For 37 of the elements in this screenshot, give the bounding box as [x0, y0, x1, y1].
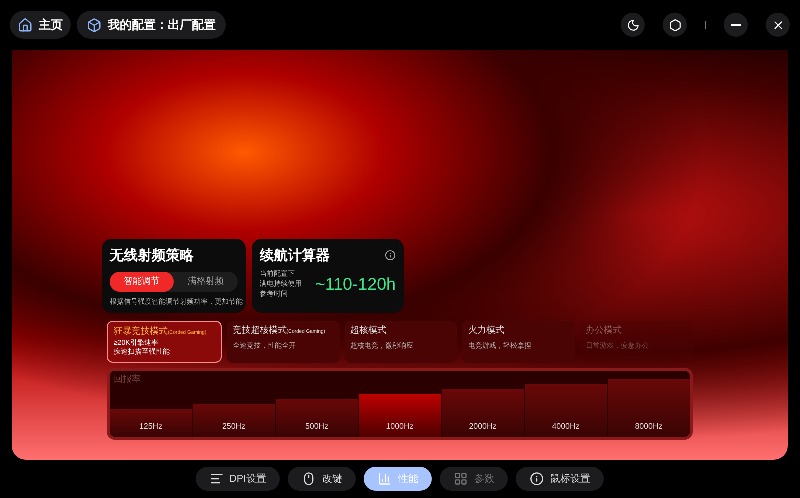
mode-title: 办公模式 [586, 324, 622, 337]
polling-rate-option[interactable]: 125Hz [110, 409, 192, 437]
polling-rate-option[interactable]: 2000Hz [442, 389, 524, 437]
polling-rate-option[interactable]: 500Hz [276, 399, 358, 437]
close-icon [772, 18, 784, 32]
lines-icon [210, 472, 224, 486]
settings-icon [668, 18, 682, 32]
battery-time: ~110-120h [315, 274, 396, 296]
polling-rate-option[interactable]: 1000Hz [359, 394, 441, 437]
minimize-icon [731, 24, 741, 26]
grid-icon [454, 472, 468, 486]
cube-icon [87, 18, 102, 32]
home-button[interactable]: 主页 [10, 11, 71, 39]
close-button[interactable] [766, 13, 790, 37]
moon-icon [626, 18, 640, 32]
nav-tab[interactable]: 鼠标设置 [516, 467, 604, 491]
mode-title: 超核模式 [350, 324, 387, 337]
polling-rate-option[interactable]: 250Hz [193, 404, 275, 437]
card-title: 无线射频策略 [110, 246, 195, 265]
card-title: 续航计算器 [260, 246, 330, 265]
polling-rate-option[interactable]: 4000Hz [525, 384, 607, 437]
rf-option[interactable]: 智能调节 [110, 272, 174, 292]
settings-button[interactable] [663, 13, 687, 37]
panel-label: 回报率 [114, 373, 141, 386]
rf-option[interactable]: 满格射频 [174, 272, 238, 292]
info-icon[interactable] [385, 250, 396, 261]
polling-rate-option[interactable]: 8000Hz [608, 379, 690, 437]
theme-button[interactable] [621, 13, 645, 37]
home-icon [18, 18, 33, 32]
info-icon [530, 472, 544, 486]
minimize-button[interactable] [724, 13, 748, 37]
mode-title: 火力模式 [468, 324, 504, 337]
chart-icon [378, 472, 392, 486]
profile-button[interactable]: 我的配置：出厂配置 [77, 11, 226, 39]
nav-tab[interactable]: 改键 [288, 467, 356, 491]
nav-tab[interactable]: DPI设置 [196, 467, 280, 491]
mouse-icon [302, 472, 316, 486]
